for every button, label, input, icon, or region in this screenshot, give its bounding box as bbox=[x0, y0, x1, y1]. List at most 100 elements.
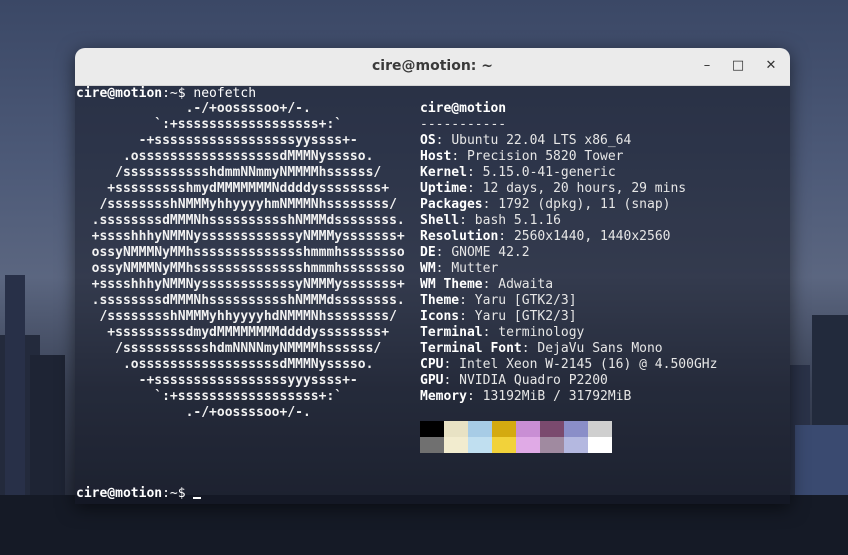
color-swatch bbox=[420, 437, 444, 453]
color-swatch bbox=[564, 437, 588, 453]
info-row: Uptime: 12 days, 20 hours, 29 mins bbox=[420, 181, 717, 197]
info-key: Terminal Font bbox=[420, 341, 522, 356]
prompt-path: :~$ bbox=[162, 486, 186, 501]
info-row: GPU: NVIDIA Quadro P2200 bbox=[420, 373, 717, 389]
info-key: WM Theme bbox=[420, 277, 483, 292]
info-separator: : bbox=[466, 165, 483, 180]
info-value: Precision 5820 Tower bbox=[466, 149, 624, 164]
info-key: Memory bbox=[420, 389, 467, 404]
color-palette bbox=[420, 421, 612, 453]
info-value: 2560x1440, 1440x2560 bbox=[513, 229, 671, 244]
info-separator: : bbox=[435, 133, 452, 148]
info-separator: : bbox=[482, 325, 499, 340]
close-button[interactable]: ✕ bbox=[761, 56, 781, 76]
info-row: Memory: 13192MiB / 31792MiB bbox=[420, 389, 717, 405]
command-line: cire@motion:~$ neofetch bbox=[76, 86, 256, 102]
color-swatch bbox=[468, 437, 492, 453]
info-separator: : bbox=[459, 293, 475, 308]
color-swatch bbox=[588, 437, 612, 453]
info-key: Shell bbox=[420, 213, 460, 228]
info-value: 12 days, 20 hours, 29 mins bbox=[482, 181, 687, 196]
info-row: Packages: 1792 (dpkg), 11 (snap) bbox=[420, 197, 717, 213]
color-row-normal bbox=[420, 421, 612, 437]
info-row: CPU: Intel Xeon W-2145 (16) @ 4.500GHz bbox=[420, 357, 717, 373]
info-separator: : bbox=[459, 309, 475, 324]
info-key: WM bbox=[420, 261, 436, 276]
ubuntu-ascii-logo: .-/+oossssoo+/-. `:+ssssssssssssssssss+:… bbox=[91, 101, 405, 420]
info-value: Mutter bbox=[451, 261, 499, 276]
window-titlebar[interactable]: cire@motion: ~ – □ ✕ bbox=[75, 48, 790, 86]
info-separator: : bbox=[451, 149, 467, 164]
color-swatch bbox=[492, 437, 516, 453]
info-row: Shell: bash 5.1.16 bbox=[420, 213, 717, 229]
shell-prompt[interactable]: cire@motion:~$ bbox=[76, 486, 202, 502]
minimize-button[interactable]: – bbox=[697, 56, 717, 76]
info-key: Icons bbox=[420, 309, 460, 324]
info-value: 1792 (dpkg), 11 (snap) bbox=[498, 197, 671, 212]
color-swatch bbox=[588, 421, 612, 437]
color-swatch bbox=[516, 421, 540, 437]
info-separator: : bbox=[443, 357, 460, 372]
info-key: Host bbox=[420, 149, 452, 164]
info-separator: : bbox=[459, 213, 475, 228]
info-key: Terminal bbox=[420, 325, 483, 340]
info-separator: : bbox=[435, 261, 452, 276]
color-swatch bbox=[492, 421, 516, 437]
info-key: Uptime bbox=[420, 181, 467, 196]
info-separator: : bbox=[466, 389, 483, 404]
info-row: WM Theme: Adwaita bbox=[420, 277, 717, 293]
color-swatch bbox=[468, 421, 492, 437]
maximize-button[interactable]: □ bbox=[728, 56, 748, 76]
info-value: 13192MiB / 31792MiB bbox=[482, 389, 632, 404]
info-row: WM: Mutter bbox=[420, 261, 717, 277]
info-separator: : bbox=[482, 277, 499, 292]
info-row: DE: GNOME 42.2 bbox=[420, 245, 717, 261]
info-key: Kernel bbox=[420, 165, 467, 180]
color-swatch bbox=[444, 421, 468, 437]
info-separator: : bbox=[482, 197, 499, 212]
info-key: DE bbox=[420, 245, 436, 260]
prompt-user: cire@motion bbox=[76, 86, 163, 101]
info-row: OS: Ubuntu 22.04 LTS x86_64 bbox=[420, 133, 717, 149]
info-separator: : bbox=[498, 229, 514, 244]
info-value: GNOME 42.2 bbox=[451, 245, 530, 260]
color-swatch bbox=[540, 437, 564, 453]
terminal-window: cire@motion: ~ – □ ✕ cire@motion:~$ neof… bbox=[75, 48, 790, 504]
color-swatch bbox=[516, 437, 540, 453]
info-value: NVIDIA Quadro P2200 bbox=[459, 373, 608, 388]
info-key: Theme bbox=[420, 293, 460, 308]
info-value: DejaVu Sans Mono bbox=[537, 341, 663, 356]
info-separator: : bbox=[435, 245, 452, 260]
info-key: Packages bbox=[420, 197, 483, 212]
info-key: Resolution bbox=[420, 229, 499, 244]
info-row: Icons: Yaru [GTK2/3] bbox=[420, 309, 717, 325]
color-swatch bbox=[444, 437, 468, 453]
color-swatch bbox=[564, 421, 588, 437]
info-value: Yaru [GTK2/3] bbox=[474, 293, 577, 308]
command-text: neofetch bbox=[193, 86, 257, 101]
text-cursor bbox=[193, 497, 202, 499]
info-separator: : bbox=[466, 181, 483, 196]
info-divider: ----------- bbox=[420, 117, 507, 132]
info-row: Resolution: 2560x1440, 1440x2560 bbox=[420, 229, 717, 245]
window-title: cire@motion: ~ bbox=[372, 58, 493, 74]
info-row: Terminal: terminology bbox=[420, 325, 717, 341]
info-header: cire@motion bbox=[420, 101, 507, 116]
info-separator: : bbox=[521, 341, 538, 356]
info-value: Adwaita bbox=[498, 277, 554, 292]
system-info: cire@motion ----------- OS: Ubuntu 22.04… bbox=[420, 101, 717, 405]
info-value: Ubuntu 22.04 LTS x86_64 bbox=[451, 133, 632, 148]
info-key: OS bbox=[420, 133, 436, 148]
color-swatch bbox=[540, 421, 564, 437]
info-separator: : bbox=[443, 373, 460, 388]
terminal-output[interactable]: cire@motion:~$ neofetch .-/+oossssoo+/-.… bbox=[75, 86, 790, 504]
info-key: CPU bbox=[420, 357, 444, 372]
info-value: Intel Xeon W-2145 (16) @ 4.500GHz bbox=[459, 357, 718, 372]
info-value: 5.15.0-41-generic bbox=[482, 165, 616, 180]
color-swatch bbox=[420, 421, 444, 437]
info-key: GPU bbox=[420, 373, 444, 388]
info-row: Host: Precision 5820 Tower bbox=[420, 149, 717, 165]
info-value: terminology bbox=[498, 325, 585, 340]
info-row: Theme: Yaru [GTK2/3] bbox=[420, 293, 717, 309]
info-value: bash 5.1.16 bbox=[474, 213, 561, 228]
